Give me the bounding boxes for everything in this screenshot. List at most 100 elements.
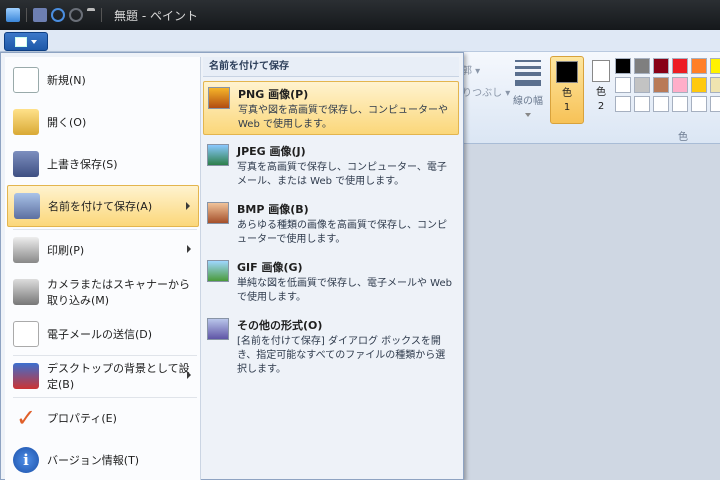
palette-swatch[interactable]: [710, 58, 720, 74]
undo-icon[interactable]: [51, 8, 65, 22]
palette-swatch[interactable]: [615, 96, 631, 112]
paint-menu-button[interactable]: [4, 32, 48, 51]
jpeg-image-icon: [207, 144, 229, 166]
color2-button[interactable]: 色 2: [584, 56, 618, 124]
format-title: JPEG 画像(J): [237, 145, 306, 158]
menu-item-label: 印刷(P): [47, 244, 85, 257]
palette-swatch[interactable]: [691, 58, 707, 74]
png-image-icon: [208, 87, 230, 109]
chevron-down-icon: [31, 39, 37, 44]
menu-item-label: 電子メールの送信(D): [47, 328, 153, 341]
open-folder-icon: [13, 109, 39, 135]
submenu-header: 名前を付けて保存: [203, 57, 459, 77]
palette-swatch[interactable]: [634, 58, 650, 74]
canvas-area[interactable]: [460, 144, 720, 480]
save-as-other-icon: [207, 318, 229, 340]
palette-swatch[interactable]: [615, 58, 631, 74]
menu-item-label: カメラまたはスキャナーから取り込み(M): [47, 278, 190, 307]
menu-item-about[interactable]: i バージョン情報(T): [7, 439, 199, 480]
menu-item-open[interactable]: 開く(O): [7, 101, 199, 143]
outline-dropdown-fragment[interactable]: 郭 ▾: [462, 62, 480, 77]
menu-command-list: 新規(N) 開く(O) 上書き保存(S) 名前を付けて保存(A) 印刷(P) カ…: [5, 57, 201, 480]
save-as-jpeg[interactable]: JPEG 画像(J) 写真を高画質で保存し、コンピューター、電子メール、または …: [203, 139, 459, 193]
menu-item-label: バージョン情報(T): [47, 454, 140, 467]
palette-swatch[interactable]: [691, 77, 707, 93]
save-as-other-formats[interactable]: その他の形式(O) [名前を付けて保存] ダイアログ ボックスを開き、指定可能な…: [203, 313, 459, 375]
format-title: GIF 画像(G): [237, 261, 303, 274]
desktop-background-icon: [13, 363, 39, 389]
palette-swatch[interactable]: [653, 96, 669, 112]
ribbon-tab-strip: [0, 30, 720, 52]
menu-item-label: 名前を付けて保存(A): [48, 200, 153, 213]
palette-swatch[interactable]: [672, 96, 688, 112]
line-width-label: 線の幅: [513, 96, 543, 107]
menu-item-label: 新規(N): [47, 74, 86, 87]
menu-item-email[interactable]: 電子メールの送信(D): [7, 313, 199, 355]
fill-dropdown-fragment[interactable]: りつぶし ▾: [462, 84, 510, 99]
menu-item-set-desktop-background[interactable]: デスクトップの背景として設定(B): [7, 355, 199, 397]
line-width-icon: [515, 60, 541, 86]
palette-swatch[interactable]: [653, 77, 669, 93]
new-file-icon: [13, 67, 39, 93]
colors-group-label: 色: [678, 132, 688, 143]
color2-label: 色 2: [596, 86, 606, 114]
menu-item-label: プロパティ(E): [47, 412, 117, 425]
menu-item-properties[interactable]: ✓ プロパティ(E): [7, 397, 199, 439]
document-icon: [15, 36, 27, 47]
menu-item-new[interactable]: 新規(N): [7, 59, 199, 101]
chevron-down-icon: [525, 113, 531, 117]
menu-item-label: デスクトップの背景として設定(B): [47, 362, 190, 391]
palette-swatch[interactable]: [672, 77, 688, 93]
redo-icon[interactable]: [69, 8, 83, 22]
customize-toolbar-icon[interactable]: [87, 8, 95, 22]
menu-item-print[interactable]: 印刷(P): [7, 229, 199, 271]
save-as-submenu: 名前を付けて保存 PNG 画像(P) 写真や図を高画質で保存し、コンピューターや…: [203, 57, 459, 480]
format-description: 写真や図を高画質で保存し、コンピューターや Web で使用します。: [238, 105, 448, 130]
palette-swatch[interactable]: [615, 77, 631, 93]
submenu-arrow-icon: [187, 371, 191, 379]
menu-item-scanner[interactable]: カメラまたはスキャナーから取り込み(M): [7, 271, 199, 313]
menu-item-save-as[interactable]: 名前を付けて保存(A): [7, 185, 199, 227]
save-as-gif[interactable]: GIF 画像(G) 単純な図を低画質で保存し、電子メールや Web で使用します…: [203, 255, 459, 309]
bmp-image-icon: [207, 202, 229, 224]
format-title: その他の形式(O): [237, 319, 323, 332]
save-as-png[interactable]: PNG 画像(P) 写真や図を高画質で保存し、コンピューターや Web で使用し…: [203, 81, 459, 135]
save-icon: [13, 151, 39, 177]
menu-item-save[interactable]: 上書き保存(S): [7, 143, 199, 185]
palette-swatch[interactable]: [653, 58, 669, 74]
color2-swatch: [592, 60, 610, 82]
title-bar: 無題 - ペイント: [0, 0, 720, 30]
info-icon: i: [13, 447, 39, 473]
format-title: PNG 画像(P): [238, 88, 309, 101]
save-icon[interactable]: [33, 8, 47, 22]
palette-swatch[interactable]: [634, 96, 650, 112]
format-title: BMP 画像(B): [237, 203, 309, 216]
submenu-arrow-icon: [187, 245, 191, 253]
menu-item-label: 開く(O): [47, 116, 87, 129]
color1-label-text: 色 1: [562, 88, 572, 113]
format-description: 単純な図を低画質で保存し、電子メールや Web で使用します。: [237, 278, 452, 303]
save-as-icon: [14, 193, 40, 219]
paint-app-icon[interactable]: [6, 8, 20, 22]
palette-swatch[interactable]: [710, 77, 720, 93]
divider: [101, 8, 102, 22]
save-as-bmp[interactable]: BMP 画像(B) あらゆる種類の画像を高画質で保存し、コンピューターで使用しま…: [203, 197, 459, 251]
gif-image-icon: [207, 260, 229, 282]
palette-swatch[interactable]: [710, 96, 720, 112]
palette-swatch[interactable]: [672, 58, 688, 74]
menu-item-label: 上書き保存(S): [47, 158, 118, 171]
format-description: [名前を付けて保存] ダイアログ ボックスを開き、指定可能なすべてのファイルの種…: [237, 336, 446, 375]
application-menu: 新規(N) 開く(O) 上書き保存(S) 名前を付けて保存(A) 印刷(P) カ…: [0, 52, 464, 480]
checkmark-icon: ✓: [15, 404, 37, 432]
submenu-arrow-icon: [186, 202, 190, 210]
color-palette: [615, 58, 720, 112]
color1-swatch: [556, 61, 578, 83]
palette-swatch[interactable]: [691, 96, 707, 112]
palette-swatch[interactable]: [634, 77, 650, 93]
format-description: 写真を高画質で保存し、コンピューター、電子メール、または Web で使用します。: [237, 162, 447, 187]
color1-button[interactable]: 色 1: [550, 56, 584, 124]
line-width-button[interactable]: 線の幅: [508, 56, 548, 126]
color2-label-text: 色 2: [596, 87, 606, 112]
scanner-icon: [13, 279, 39, 305]
format-description: あらゆる種類の画像を高画質で保存し、コンピューターで使用します。: [237, 220, 447, 245]
